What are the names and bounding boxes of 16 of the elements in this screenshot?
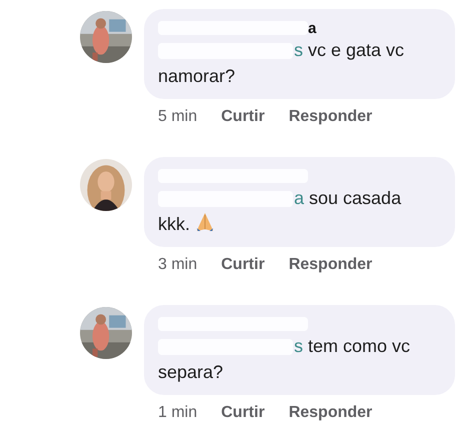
mention-link[interactable]: s (294, 336, 303, 356)
comment-text: a sou casada kkk. (158, 187, 402, 236)
mention-link[interactable]: s (294, 40, 303, 60)
reply-link[interactable]: Responder (288, 107, 372, 127)
author-name[interactable]: a (308, 20, 316, 36)
like-link[interactable]: Curtir (221, 107, 265, 127)
comment-text: s tem como vc separa? (158, 335, 412, 384)
comment-text: s vc e gata vc namorar? (158, 39, 406, 88)
like-link[interactable]: Curtir (221, 403, 265, 423)
like-link[interactable]: Curtir (221, 255, 265, 275)
mention-link[interactable]: a (294, 188, 304, 208)
timestamp: 3 min (158, 255, 198, 275)
timestamp: 5 min (158, 107, 198, 127)
reply-link[interactable]: Responder (288, 403, 372, 423)
reply-link[interactable]: Responder (288, 255, 372, 275)
timestamp: 1 min (158, 403, 198, 423)
